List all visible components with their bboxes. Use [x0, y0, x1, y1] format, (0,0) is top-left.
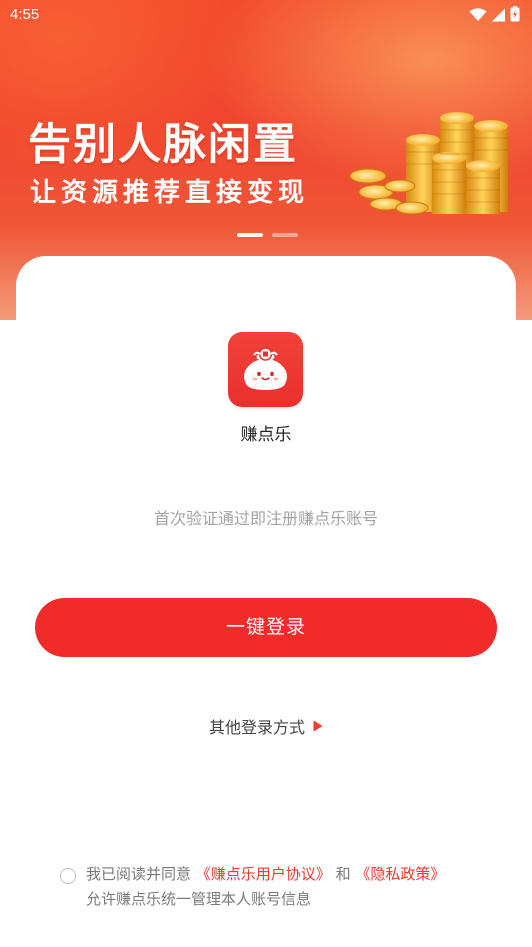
status-bar: 4:55 [0, 0, 532, 32]
status-icons [469, 6, 520, 26]
agreement-text: 我已阅读并同意 《赚点乐用户协议》 和 《隐私政策》 允许赚点乐统一管理本人账号… [86, 862, 496, 912]
agreement-checkbox[interactable] [60, 868, 76, 884]
privacy-policy-link[interactable]: 《隐私政策》 [355, 865, 445, 883]
user-agreement-link[interactable]: 《赚点乐用户协议》 [196, 865, 331, 883]
other-login-label: 其他登录方式 [208, 718, 305, 737]
one-click-login-button[interactable]: 一键登录 [35, 598, 497, 657]
banner-subline: 让资源推荐直接变现 [30, 178, 310, 208]
app-logo [228, 332, 303, 407]
agreement-and: 和 [330, 865, 356, 883]
carousel-indicator [237, 233, 298, 237]
other-login-methods-link[interactable]: 其他登录方式 [0, 714, 532, 738]
agreement-prefix: 我已阅读并同意 [86, 865, 196, 883]
triangle-right-icon [313, 720, 323, 732]
status-time: 4:55 [10, 6, 40, 23]
gold-coins-illustration [349, 112, 508, 215]
app-name: 赚点乐 [240, 425, 292, 445]
agreement-second-line: 允许赚点乐统一管理本人账号信息 [86, 890, 312, 908]
battery-icon [510, 6, 520, 26]
register-hint: 首次验证通过即注册赚点乐账号 [153, 509, 378, 528]
wifi-icon [469, 7, 487, 26]
money-bag-mascot-icon [244, 347, 287, 390]
signal-icon [491, 7, 506, 26]
carousel-dot-active [237, 233, 263, 237]
carousel-dot [272, 233, 298, 237]
banner-headline: 告别人脉闲置 [28, 120, 298, 170]
